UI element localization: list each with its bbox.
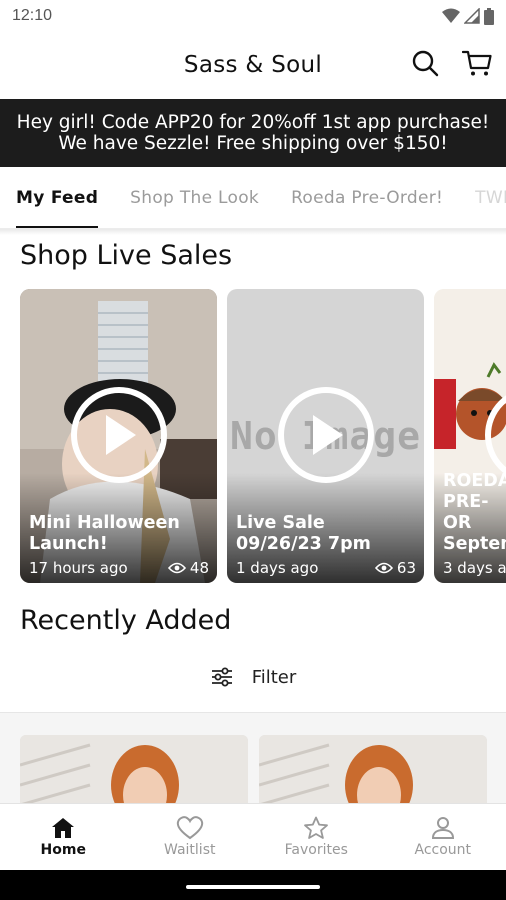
- tab-twi[interactable]: TWI: [459, 167, 506, 228]
- play-icon: [105, 415, 136, 455]
- promo-line-2: We have Sezzle! Free shipping over $150!: [58, 133, 448, 154]
- live-sale-card[interactable]: No Image Live Sale 09/26/23 7pm 1 days a…: [227, 289, 424, 583]
- play-button[interactable]: [277, 387, 374, 483]
- view-count: 48: [167, 559, 209, 577]
- search-icon: [412, 50, 439, 77]
- live-sale-card[interactable]: ROEDA PRE-OR Septem 3 days a: [434, 289, 506, 583]
- nav-favorites[interactable]: Favorites: [253, 804, 380, 870]
- bottom-nav: Home Waitlist Favorites Account: [0, 803, 506, 870]
- live-sales-title: Shop Live Sales: [20, 240, 233, 271]
- product-image: [20, 735, 248, 804]
- live-sale-card[interactable]: Mini Halloween Launch! 17 hours ago 48: [20, 289, 217, 583]
- tabs-shadow: [0, 229, 506, 235]
- filter-label: Filter: [251, 666, 297, 688]
- eye-icon: [374, 562, 393, 574]
- live-sale-meta: 1 days ago 63: [236, 559, 416, 577]
- nav-waitlist-label: Waitlist: [164, 842, 216, 858]
- signal-icon: [464, 8, 480, 24]
- view-count: 63: [374, 559, 416, 577]
- home-indicator[interactable]: [186, 885, 320, 889]
- live-sale-title: ROEDA PRE-OR Septem: [443, 471, 506, 554]
- status-bar: 12:10: [0, 0, 506, 32]
- filter-icon: [211, 667, 232, 687]
- product-card[interactable]: [259, 735, 487, 804]
- live-sale-time: 3 days a: [443, 559, 506, 577]
- eye-icon: [167, 562, 186, 574]
- tab-roeda-pre-order[interactable]: Roeda Pre-Order!: [275, 167, 459, 228]
- tab-shop-the-look[interactable]: Shop The Look: [114, 167, 275, 228]
- live-sale-meta: 3 days a: [443, 559, 506, 577]
- search-button[interactable]: [410, 48, 440, 78]
- play-icon: [312, 415, 343, 455]
- nav-account[interactable]: Account: [380, 804, 506, 870]
- battery-icon: [484, 7, 494, 25]
- live-sale-title: Live Sale 09/26/23 7pm: [236, 513, 371, 554]
- home-icon: [52, 818, 75, 838]
- promo-banner[interactable]: Hey girl! Code APP20 for 20%off 1st app …: [0, 99, 506, 167]
- cart-button[interactable]: [462, 48, 492, 78]
- live-sale-meta: 17 hours ago 48: [29, 559, 209, 577]
- app-title: Sass & Soul: [183, 52, 323, 78]
- promo-line-1: Hey girl! Code APP20 for 20%off 1st app …: [16, 112, 490, 133]
- live-sale-time: 17 hours ago: [29, 559, 128, 577]
- view-count-value: 63: [396, 559, 416, 577]
- product-card[interactable]: [20, 735, 248, 804]
- status-time: 12:10: [12, 7, 53, 24]
- filter-button[interactable]: Filter: [0, 660, 506, 694]
- status-icons: [442, 7, 494, 25]
- tab-my-feed[interactable]: My Feed: [0, 167, 114, 228]
- live-sale-time: 1 days ago: [236, 559, 319, 577]
- nav-home-label: Home: [40, 842, 86, 858]
- view-count-value: 48: [189, 559, 209, 577]
- recently-added-title: Recently Added: [20, 605, 232, 636]
- nav-home[interactable]: Home: [0, 804, 127, 870]
- product-image: [259, 735, 487, 804]
- play-button[interactable]: [70, 387, 167, 483]
- nav-account-label: Account: [414, 842, 472, 858]
- live-sales-carousel[interactable]: Mini Halloween Launch! 17 hours ago 48 N…: [20, 289, 506, 583]
- star-icon: [304, 816, 329, 839]
- nav-waitlist[interactable]: Waitlist: [127, 804, 254, 870]
- heart-icon: [176, 816, 203, 840]
- product-grid: [0, 712, 506, 804]
- feed-tabs: My Feed Shop The Look Roeda Pre-Order! T…: [0, 167, 506, 229]
- live-sale-title: Mini Halloween Launch!: [29, 513, 180, 554]
- cart-icon: [462, 50, 492, 76]
- header-actions: [410, 48, 492, 78]
- wifi-icon: [442, 8, 460, 23]
- account-icon: [431, 817, 454, 839]
- nav-favorites-label: Favorites: [284, 842, 348, 858]
- app-header: Sass & Soul: [0, 32, 506, 98]
